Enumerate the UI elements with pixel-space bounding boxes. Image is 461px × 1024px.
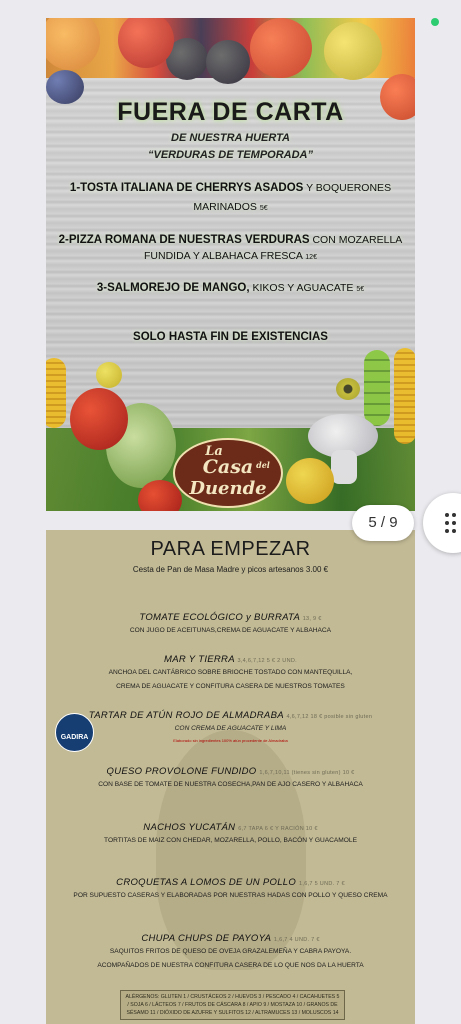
lemon-decoration <box>96 362 122 388</box>
special-item-2-line2: FUNDIDA Y ALBAHACA FRESCA 12€ <box>144 250 317 262</box>
yellow-pepper-decoration <box>286 458 334 504</box>
bread-basket-line: Cesta de Pan de Masa Madre y picos artes… <box>132 565 329 574</box>
apple-decoration <box>250 18 312 78</box>
dish-chupa-chups: CHUPA CHUPS DE PAYOYA 1,6,7 4 UND. 7 € <box>141 933 320 944</box>
dish-tomate-burrata: TOMATE ECOLÓGICO y BURRATA 13, 9 € <box>139 612 322 623</box>
dish-description: CON CREMA DE AGUACATE Y LIMA <box>174 725 287 732</box>
pear-decoration <box>324 22 382 80</box>
mushroom-stem-decoration <box>331 450 357 484</box>
logo-text-del: del <box>256 460 270 470</box>
page-subtitle-2: “VERDURAS DE TEMPORADA” <box>147 149 313 161</box>
dish-nachos-yucatan: NACHOS YUCATÁN 6,7 TAPA 6 € Y RACIÓN 10 … <box>143 822 318 833</box>
plum-decoration <box>206 40 250 84</box>
dish-description: TORTITAS DE MAIZ CON CHEDAR, MOZARELLA, … <box>104 837 357 844</box>
page-title: FUERA DE CARTA <box>117 98 344 126</box>
dish-description: CON JUGO DE ACEITUNAS,CREMA DE AGUACATE … <box>129 627 332 634</box>
page-indicator: 5 / 9 <box>352 505 414 541</box>
page-grid-button[interactable] <box>423 493 461 553</box>
special-item-3: 3-SALMOREJO DE MANGO, KIKOS Y AGUACATE 5… <box>96 282 365 294</box>
special-item-1-line2: MARINADOS 5€ <box>193 201 268 213</box>
dish-description-2: ACOMPAÑADOS DE NUESTRA CONFITURA CASERA … <box>97 962 364 969</box>
dish-origin-note: Elaborado sin ingredientes 100% atún pro… <box>173 738 288 743</box>
dish-mar-y-tierra: MAR Y TIERRA 3,4,6,7,12 5 € 2 UND. <box>164 654 297 665</box>
dish-queso-provolone: QUESO PROVOLONE FUNDIDO 1,6,7,10,11 (tie… <box>106 766 355 777</box>
red-pepper-decoration <box>70 388 128 450</box>
logo-text-duende: Duende <box>189 478 267 499</box>
olive-decoration <box>336 378 360 400</box>
dish-description: ANCHOA DEL CANTÁBRICO SOBRE BRIOCHE TOST… <box>108 669 353 676</box>
grid-dots-icon <box>445 513 459 533</box>
status-indicator-dot <box>431 18 439 26</box>
section-title: PARA EMPEZAR <box>150 538 311 560</box>
dish-description: POR SUPUESTO CASERAS Y ELABORADAS POR NU… <box>73 892 388 899</box>
dish-croquetas: CROQUETAS A LOMOS DE UN POLLO 1,6,7 5 UN… <box>116 877 345 888</box>
special-item-2-line1: 2-PIZZA ROMANA DE NUESTRAS VERDURAS CON … <box>58 234 403 246</box>
dish-description: SAQUITOS FRITOS DE QUESO DE OVEJA GRAZAL… <box>109 948 352 955</box>
peas-decoration <box>364 350 390 426</box>
page-subtitle-1: DE NUESTRA HUERTA <box>171 132 290 144</box>
dish-description: CON BASE DE TOMATE DE NUESTRA COSECHA,PA… <box>98 781 363 788</box>
allergens-legend: ALÉRGENOS: GLUTEN 1 / CRUSTÁCEOS 2 / HUE… <box>120 990 345 1020</box>
dish-tartar-atun: TARTAR DE ATÚN ROJO DE ALMADRABA 4,6,7,1… <box>88 710 373 721</box>
menu-page-para-empezar: PARA EMPEZAR Cesta de Pan de Masa Madre … <box>46 530 415 1024</box>
corn-decoration <box>46 358 66 428</box>
special-item-1-line1: 1-TOSTA ITALIANA DE CHERRYS ASADOS Y BOQ… <box>69 182 392 194</box>
dish-description-2: CREMA DE AGUACATE Y CONFITURA CASERA DE … <box>116 683 345 690</box>
menu-page-fuera-de-carta: FUERA DE CARTA DE NUESTRA HUERTA “VERDUR… <box>46 18 415 511</box>
corn-decoration <box>394 348 415 444</box>
restaurant-logo: La Casa del Duende <box>173 438 283 508</box>
availability-note: SOLO HASTA FIN DE EXISTENCIAS <box>133 331 328 343</box>
